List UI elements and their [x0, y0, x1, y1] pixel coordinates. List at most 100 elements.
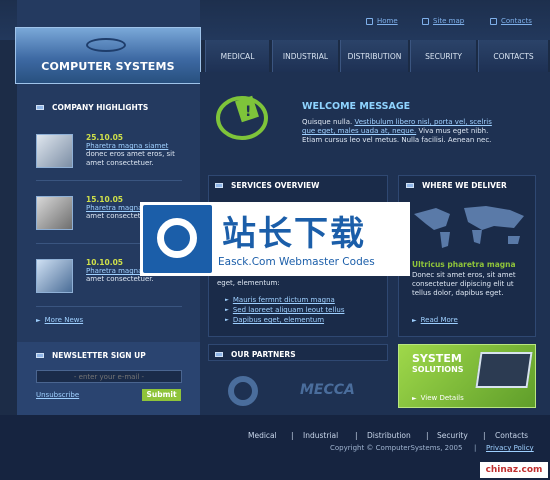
partners-title: OUR PARTNERS	[231, 350, 296, 359]
services-list: ► Mauris fermnt dictum magna ► Sed laoreet…	[225, 296, 344, 324]
highlight-text: amet consectetuer.	[86, 275, 154, 283]
watermark-logo	[143, 205, 212, 273]
list-item[interactable]: ► Dapibus eget, elementum	[225, 316, 344, 324]
welcome-text-part: Quisque nulla.	[302, 118, 355, 126]
nav-industrial[interactable]: INDUSTRIAL	[272, 40, 338, 72]
welcome-text-part: Etiam cursus leo vel metus. Nulla facili…	[302, 136, 492, 144]
service-link: Sed laoreet aliquam leout tellus	[232, 306, 345, 314]
laptop-thumbnail[interactable]	[36, 134, 73, 168]
arrow-icon: ►	[412, 394, 417, 402]
service-link: Dapibus eget, elementum	[232, 316, 325, 324]
bullet-icon	[215, 183, 223, 188]
logo-text: COMPUTER SYSTEMS	[41, 60, 175, 73]
services-title: SERVICES OVERVIEW	[231, 181, 320, 190]
world-map-icon	[414, 206, 524, 248]
service-link: Mauris fermnt dictum magna	[232, 296, 335, 304]
deliver-subtitle: Ultricus pharetra magna	[412, 260, 516, 269]
footer	[0, 415, 550, 480]
nav-medical[interactable]: MEDICAL	[205, 40, 269, 72]
promo-title: SYSTEM SOLUTIONS	[412, 353, 464, 375]
footer-separator: |	[355, 431, 358, 440]
services-header: SERVICES OVERVIEW	[215, 181, 319, 190]
newsletter-title: NEWSLETTER SIGN UP	[52, 351, 146, 360]
promo-line: SYSTEM	[412, 352, 462, 365]
footer-link-distribution[interactable]: Distribution	[367, 431, 411, 440]
site-logo[interactable]: COMPUTER SYSTEMS	[15, 27, 201, 84]
divider	[36, 306, 182, 307]
email-input[interactable]	[36, 370, 182, 383]
bullet-icon	[36, 105, 44, 110]
home-icon	[366, 17, 373, 25]
view-details-label: View Details	[420, 394, 464, 402]
laptop-icon	[475, 352, 533, 388]
highlight-item: 25.10.05 Pharetra magna siamet donec ero…	[86, 133, 194, 168]
mouse-thumbnail[interactable]	[36, 196, 73, 230]
read-more-label: Read More	[420, 316, 458, 324]
sitemap-icon	[422, 17, 429, 25]
partner-logo-1[interactable]	[228, 376, 258, 406]
contacts-link[interactable]: Contacts	[490, 17, 532, 25]
services-intro: eget, elementum:	[217, 279, 280, 287]
newsletter-header: NEWSLETTER SIGN UP	[36, 351, 146, 360]
deliver-header: WHERE WE DELIVER	[406, 181, 507, 190]
welcome-badge-icon: !	[216, 95, 268, 140]
bullet-icon	[406, 183, 414, 188]
welcome-text: Quisque nulla. Vestibulum libero nisl, p…	[302, 118, 542, 145]
home-link[interactable]: Home	[366, 17, 398, 25]
footer-link-industrial[interactable]: Industrial	[303, 431, 338, 440]
welcome-text-part: Viva mus eget nibh.	[416, 127, 489, 135]
view-details-link[interactable]: ► View Details	[412, 394, 464, 402]
sitemap-link-label: Site map	[433, 17, 465, 25]
home-link-label: Home	[377, 17, 398, 25]
watermark-cn: 站长下载	[222, 214, 366, 254]
welcome-link[interactable]: Vestibulum libero nisl, porta vel, scelr…	[354, 118, 491, 126]
footer-link-medical[interactable]: Medical	[248, 431, 277, 440]
nav-contacts[interactable]: CONTACTS	[478, 40, 548, 72]
watermark-en: Easck.Com Webmaster Codes	[218, 256, 375, 268]
partners-header: OUR PARTNERS	[215, 350, 296, 359]
bullet-icon	[36, 353, 44, 358]
corner-watermark: chinaz.com	[480, 462, 548, 478]
footer-separator: |	[474, 444, 477, 452]
watermark-logo-mark	[157, 218, 197, 258]
footer-separator: |	[483, 431, 486, 440]
footer-separator: |	[426, 431, 429, 440]
submit-button[interactable]: Submit	[142, 389, 181, 401]
partner-logo-mecca[interactable]: MECCA	[300, 382, 355, 398]
footer-link-contacts[interactable]: Contacts	[495, 431, 528, 440]
list-item[interactable]: ► Mauris fermnt dictum magna	[225, 296, 344, 304]
arrow-icon: ►	[225, 307, 229, 313]
highlights-header: COMPANY HIGHLIGHTS	[36, 103, 148, 112]
highlight-text: donec eros amet eros, sit amet consectet…	[86, 150, 175, 167]
copyright-text: Copyright © ComputerSystems, 2005	[330, 444, 463, 452]
nav-distribution[interactable]: DISTRIBUTION	[340, 40, 408, 72]
promo-line: SOLUTIONS	[412, 365, 464, 374]
welcome-link[interactable]: que eget, males uada at, neque.	[302, 127, 416, 135]
contacts-link-label: Contacts	[501, 17, 532, 25]
deliver-text: Donec sit amet eros, sit amet consectetu…	[412, 271, 516, 297]
sitemap-link[interactable]: Site map	[422, 17, 464, 25]
highlight-date: 25.10.05	[86, 133, 124, 142]
arrow-icon: ►	[225, 317, 229, 323]
building-thumbnail[interactable]	[36, 259, 73, 293]
privacy-policy-link[interactable]: Privacy Policy	[486, 444, 534, 452]
divider	[36, 180, 182, 181]
unsubscribe-link[interactable]: Unsubscribe	[36, 391, 79, 399]
more-news-link[interactable]: ► More News	[36, 316, 83, 324]
footer-link-security[interactable]: Security	[437, 431, 468, 440]
deliver-title: WHERE WE DELIVER	[422, 181, 507, 190]
welcome-title: WELCOME MESSAGE	[302, 101, 411, 112]
contacts-icon	[490, 17, 497, 25]
nav-security[interactable]: SECURITY	[410, 40, 476, 72]
logo-swoosh-icon	[86, 38, 126, 52]
list-item[interactable]: ► Sed laoreet aliquam leout tellus	[225, 306, 344, 314]
footer-separator: |	[291, 431, 294, 440]
svg-text:!: !	[245, 104, 251, 120]
arrow-icon: ►	[225, 297, 229, 303]
read-more-link[interactable]: ► Read More	[412, 316, 458, 324]
arrow-icon: ►	[412, 316, 417, 324]
more-news-label: More News	[44, 316, 84, 324]
arrow-icon: ►	[36, 316, 41, 324]
highlights-title: COMPANY HIGHLIGHTS	[52, 103, 149, 112]
highlight-link[interactable]: Pharetra magna siamet	[86, 142, 194, 150]
